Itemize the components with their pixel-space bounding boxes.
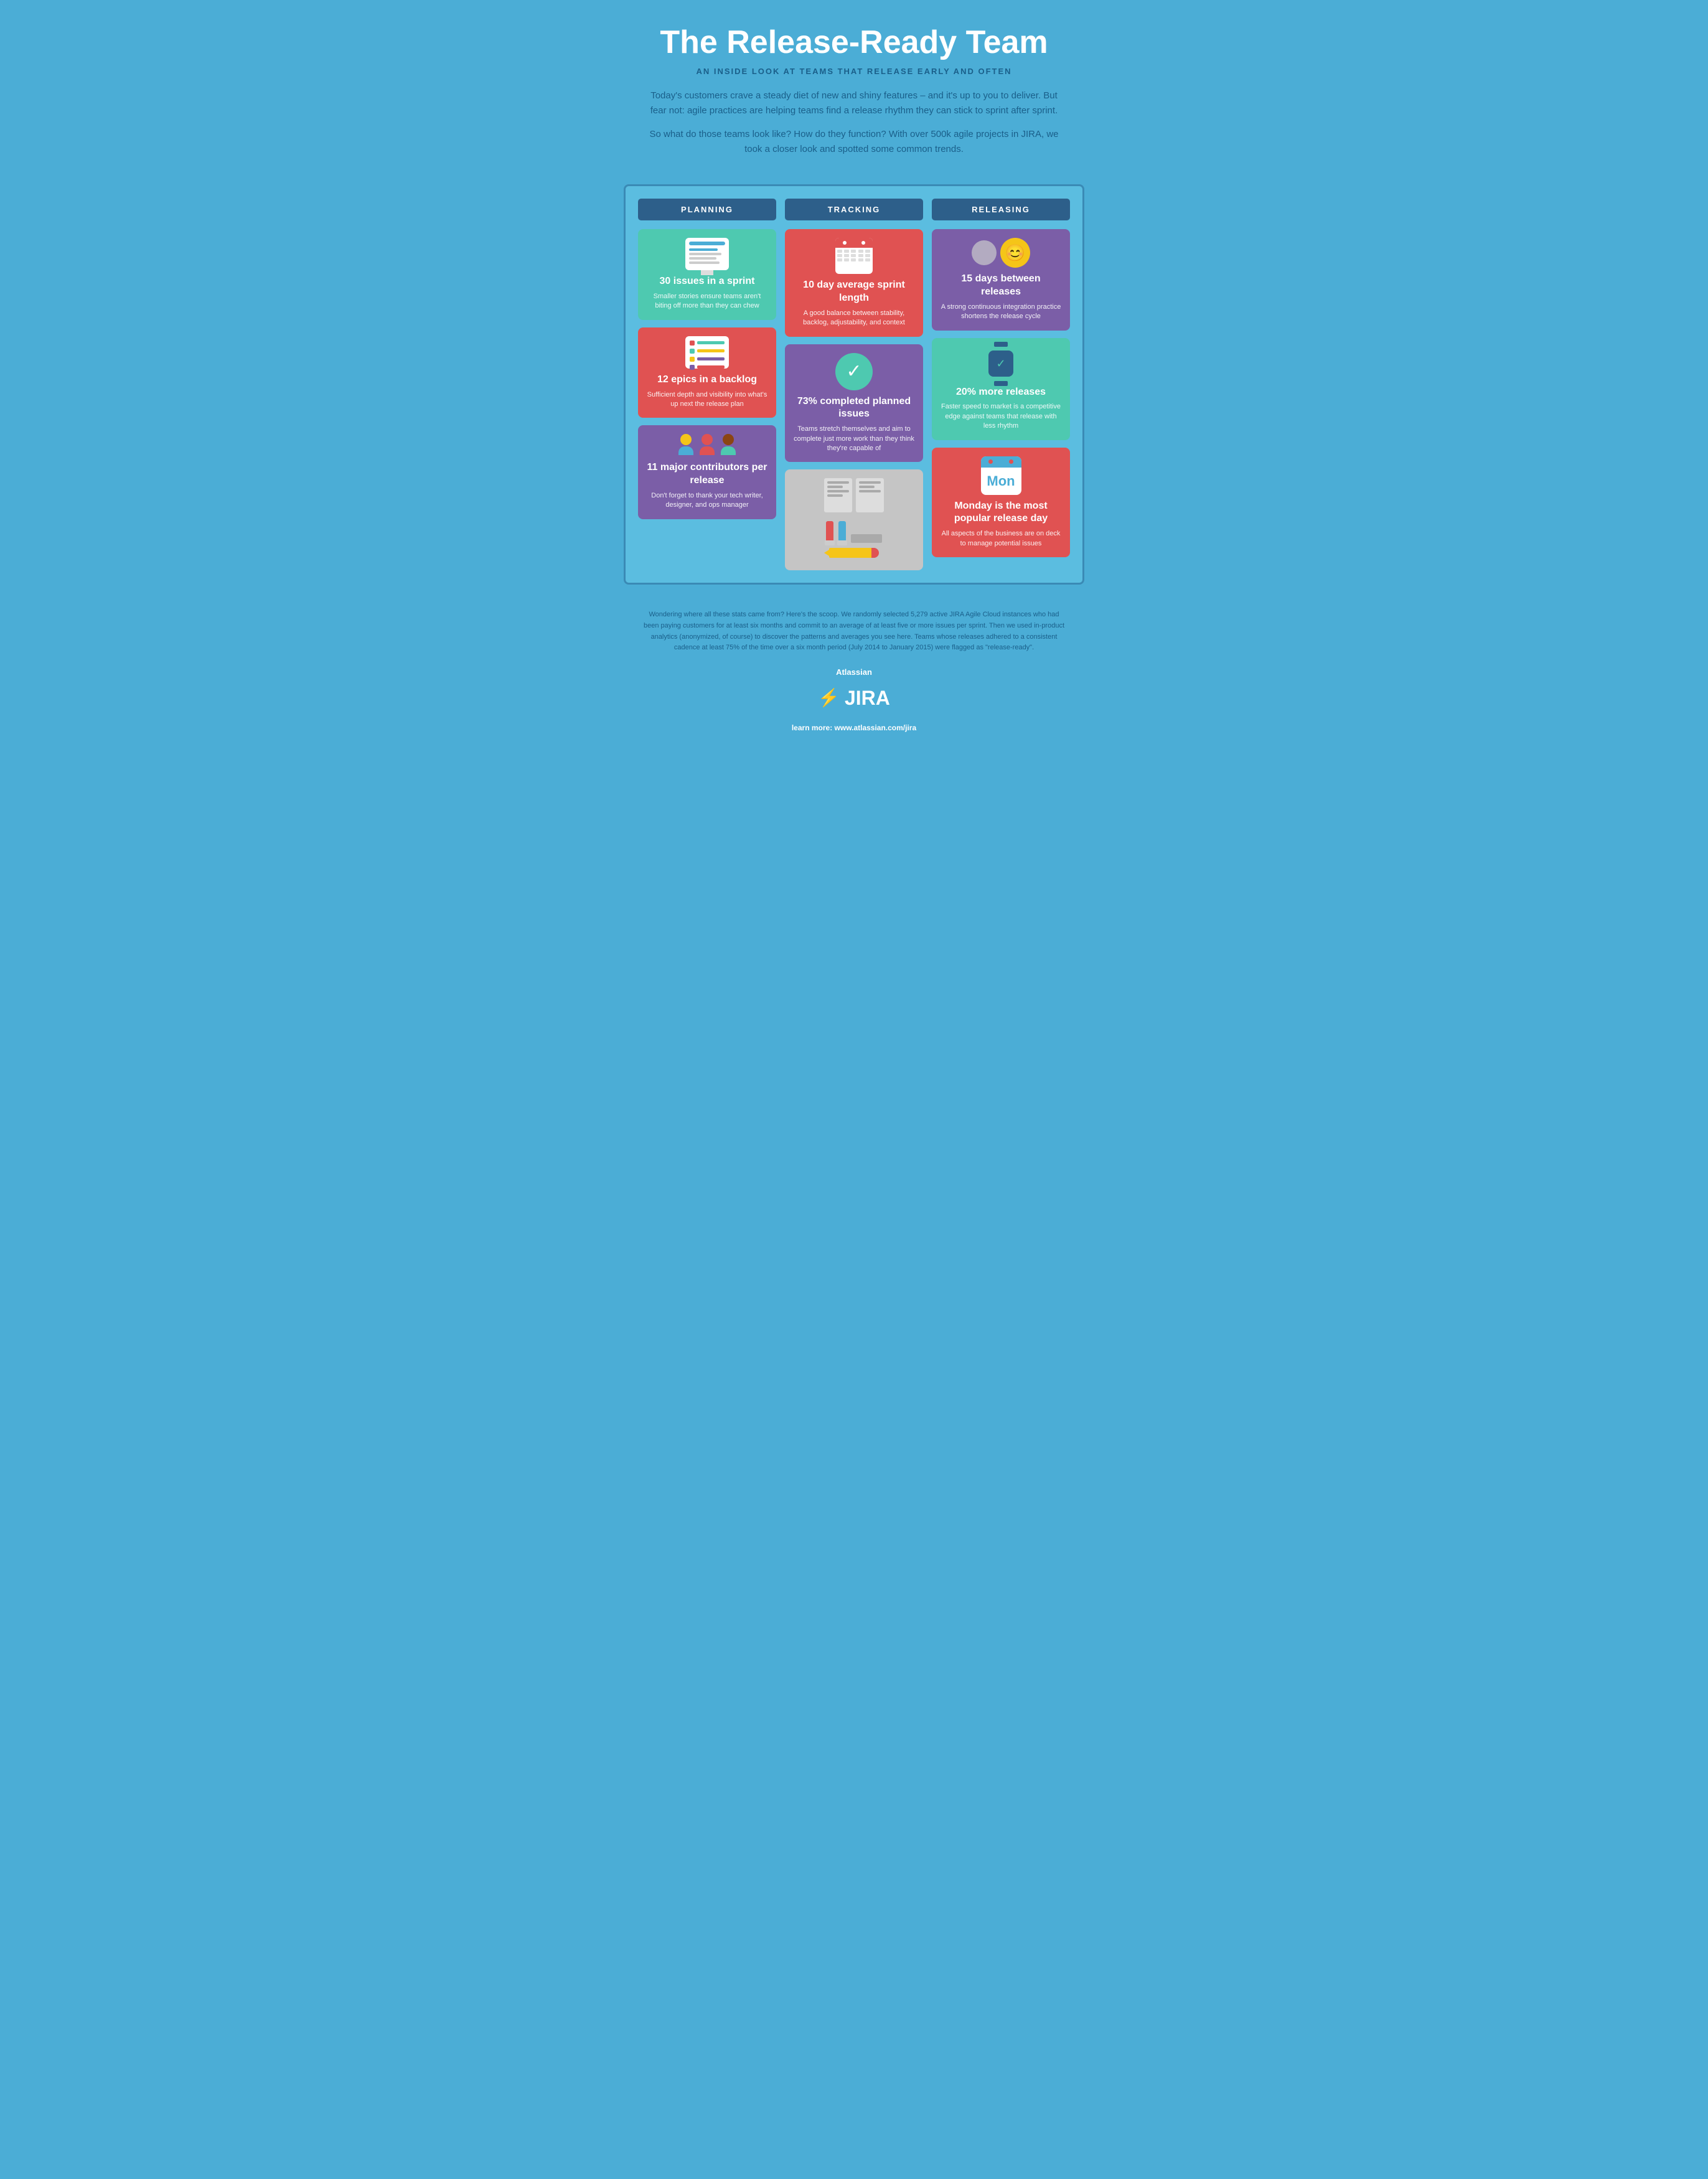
- card-sprint-length: 10 day average sprint length A good bala…: [785, 229, 923, 336]
- epics-backlog-desc: Sufficient depth and visibility into wha…: [647, 390, 767, 410]
- person-3: [719, 434, 738, 458]
- issues-sprint-rest: in a sprint: [705, 276, 755, 286]
- contributors-title: 11 major contributors per release: [647, 461, 767, 487]
- sprint-length-title: 10 day average sprint length: [794, 279, 914, 305]
- usb-2: [838, 521, 846, 543]
- col-header-planning: PLANNING: [638, 199, 776, 220]
- more-releases-title: 20% more releases: [941, 386, 1061, 399]
- card-issues-sprint: 30 issues in a sprint Smaller stories en…: [638, 229, 776, 320]
- cal-dot-2: [861, 241, 865, 245]
- watch-band-bottom: [994, 381, 1008, 386]
- card-more-releases: ✓ 20% more releases Faster speed to mark…: [932, 338, 1070, 440]
- between-releases-bold: 15 days: [961, 273, 998, 284]
- issues-sprint-title: 30 issues in a sprint: [647, 275, 767, 288]
- footer-url: www.atlassian.com/jira: [835, 723, 917, 732]
- watch-icon: ✓: [988, 347, 1014, 381]
- jira-icon: ⚡: [818, 684, 840, 712]
- card-completed-issues: ✓ 73% completed planned issues Teams str…: [785, 344, 923, 463]
- monday-release-desc: All aspects of the business are on deck …: [941, 529, 1061, 548]
- list-icon: [685, 336, 729, 369]
- planning-label: PLANNING: [638, 199, 776, 220]
- calendar-icon: [835, 238, 873, 274]
- smiley-icon: 😊: [1000, 238, 1030, 268]
- card-epics-backlog: 12 epics in a backlog Sufficient depth a…: [638, 327, 776, 418]
- pencil-container: [829, 548, 879, 558]
- contributors-desc: Don't forget to thank your tech writer, …: [647, 491, 767, 511]
- screen-icon: [685, 238, 729, 270]
- page-title: The Release-Ready Team: [642, 25, 1066, 60]
- footer-disclaimer: Wondering where all these stats came fro…: [642, 609, 1066, 653]
- check-circle-icon: ✓: [835, 353, 873, 390]
- epics-backlog-bold: 12 epics: [657, 374, 697, 385]
- columns-header: PLANNING TRACKING RELEASING: [638, 199, 1070, 220]
- doc-1: [824, 478, 852, 512]
- cal-mon-dot-2: [1009, 459, 1013, 464]
- more-releases-desc: Faster speed to market is a competitive …: [941, 402, 1061, 431]
- sprint-length-desc: A good balance between stability, backlo…: [794, 309, 914, 328]
- people-icon: [647, 434, 767, 458]
- epics-backlog-rest: in a backlog: [697, 374, 757, 385]
- col-header-tracking: TRACKING: [785, 199, 923, 220]
- cal-mon-top: [981, 456, 1021, 468]
- watch-band-top: [994, 342, 1008, 347]
- releasing-column: 😊 15 days between releases A strong cont…: [932, 229, 1070, 570]
- epics-backlog-title: 12 epics in a backlog: [647, 374, 767, 387]
- header-p2: So what do those teams look like? How do…: [642, 127, 1066, 157]
- card-monday-release: Mon Monday is the most popular release d…: [932, 448, 1070, 557]
- between-releases-desc: A strong continuous integration practice…: [941, 303, 1061, 322]
- more-releases-bold: 20% more: [956, 387, 1003, 397]
- releasing-label: RELEASING: [932, 199, 1070, 220]
- moon-icon: [972, 240, 997, 265]
- page-subtitle: AN INSIDE LOOK AT TEAMS THAT RELEASE EAR…: [642, 67, 1066, 76]
- cal-dot-1: [843, 241, 847, 245]
- usb-base: [851, 534, 882, 543]
- completed-issues-title: 73% completed planned issues: [794, 395, 914, 421]
- sprint-length-rest: average sprint length: [834, 280, 905, 303]
- cal-grid: [835, 248, 873, 263]
- columns-body: 30 issues in a sprint Smaller stories en…: [638, 229, 1070, 570]
- sprint-length-bold: 10 day: [803, 280, 834, 290]
- planning-column: 30 issues in a sprint Smaller stories en…: [638, 229, 776, 570]
- jira-label: ⚡ JIRA: [818, 682, 890, 714]
- atlassian-label: Atlassian: [836, 666, 872, 679]
- doc-2: [856, 478, 884, 512]
- learn-more-label: learn more:: [792, 723, 835, 732]
- monday-release-bold: Monday: [954, 501, 992, 511]
- main-card: PLANNING TRACKING RELEASING 30 issu: [624, 184, 1084, 585]
- jira-text: JIRA: [845, 682, 890, 714]
- footer: Wondering where all these stats came fro…: [605, 597, 1103, 746]
- completed-issues-desc: Teams stretch themselves and aim to comp…: [794, 425, 914, 453]
- calendar-mon-icon: Mon: [981, 456, 1021, 495]
- monday-release-title: Monday is the most popular release day: [941, 500, 1061, 526]
- tracking-column: 10 day average sprint length A good bala…: [785, 229, 923, 570]
- issues-sprint-bold: 30 issues: [660, 276, 705, 286]
- header: The Release-Ready Team AN INSIDE LOOK AT…: [605, 0, 1103, 178]
- col-header-releasing: RELEASING: [932, 199, 1070, 220]
- tracking-bottom-card: [785, 469, 923, 570]
- footer-logo: Atlassian ⚡ JIRA learn more: www.atlassi…: [642, 666, 1066, 734]
- card-contributors: 11 major contributors per release Don't …: [638, 425, 776, 519]
- docs-icon: [824, 478, 884, 512]
- tracking-label: TRACKING: [785, 199, 923, 220]
- person-2: [698, 434, 716, 458]
- watch-body: ✓: [988, 351, 1013, 377]
- footer-link: learn more: www.atlassian.com/jira: [792, 722, 916, 734]
- contributors-bold: 11 major contributors: [647, 462, 749, 473]
- cal-mon-dot-1: [988, 459, 993, 464]
- tools-area: [826, 521, 882, 543]
- cal-mon-body: Mon: [981, 468, 1021, 495]
- person-1: [677, 434, 695, 458]
- header-p1: Today's customers crave a steady diet of…: [642, 88, 1066, 118]
- between-releases-title: 15 days between releases: [941, 273, 1061, 299]
- smiley-container: 😊: [941, 238, 1061, 268]
- completed-issues-bold: 73% completed: [797, 396, 870, 407]
- card-between-releases: 😊 15 days between releases A strong cont…: [932, 229, 1070, 330]
- issues-sprint-desc: Smaller stories ensure teams aren't biti…: [647, 292, 767, 311]
- pencil-icon: [829, 548, 879, 558]
- more-releases-rest: releases: [1003, 387, 1046, 397]
- usb-1: [826, 521, 833, 543]
